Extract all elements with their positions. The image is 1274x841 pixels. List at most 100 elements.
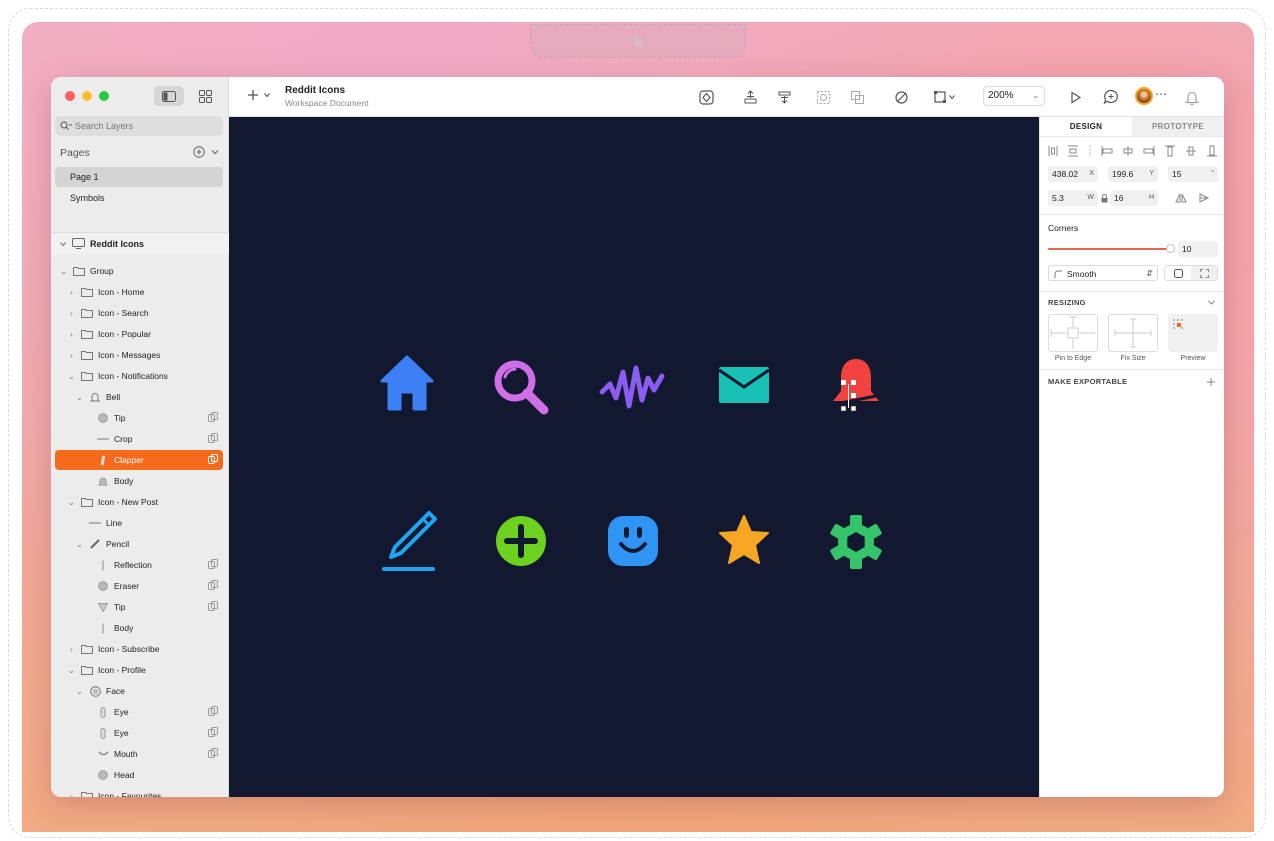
close-window-button[interactable] (65, 91, 75, 101)
chevron-down-icon[interactable]: ⌄ (67, 666, 76, 675)
layers-view-button[interactable] (154, 86, 184, 106)
avatar[interactable] (1135, 87, 1153, 105)
profile-face-icon[interactable] (606, 514, 660, 568)
home-icon[interactable] (379, 354, 435, 412)
create-symbol-button[interactable] (697, 88, 715, 106)
notifications-button[interactable] (1183, 88, 1201, 106)
search-icon[interactable] (491, 357, 551, 417)
rounded-corner-button[interactable] (1165, 266, 1191, 280)
layer-row[interactable]: ⌄ Icon - Notifications (55, 366, 223, 386)
layer-row[interactable]: › Icon - Home (55, 282, 223, 302)
chevron-right-icon[interactable]: › (67, 309, 76, 318)
distribute-vertical-icon[interactable] (1067, 145, 1079, 157)
y-position-field[interactable]: 199.6 Y (1108, 166, 1158, 182)
corners-slider-handle[interactable] (1166, 244, 1175, 253)
notifications-bell-icon[interactable] (827, 357, 885, 417)
corner-style-select[interactable]: Smooth ⇵ (1048, 265, 1158, 281)
layer-row[interactable]: ⌄ Icon - New Post (55, 492, 223, 512)
flip-vertical-icon[interactable] (1198, 192, 1210, 204)
chevron-right-icon[interactable]: › (67, 351, 76, 360)
artboard-row[interactable]: Reddit Icons (51, 232, 229, 254)
page-item-symbols[interactable]: Symbols (55, 188, 223, 208)
backward-button[interactable] (775, 88, 793, 106)
layer-row[interactable]: Body (55, 618, 223, 638)
layer-row[interactable]: ⌄ Pencil (55, 534, 223, 554)
pin-to-edge-box[interactable] (1048, 314, 1098, 352)
distribute-horizontal-icon[interactable] (1048, 145, 1058, 157)
layer-row[interactable]: › Icon - Favourites (55, 786, 223, 797)
more-icon[interactable]: ⋯ (1155, 87, 1167, 101)
layer-row[interactable]: ⌄ Group (55, 261, 223, 281)
tab-prototype[interactable]: PROTOTYPE (1132, 117, 1224, 136)
align-center-horizontal-icon[interactable] (1122, 145, 1134, 157)
messages-envelope-icon[interactable] (717, 365, 771, 405)
frame-button[interactable] (929, 88, 959, 106)
align-right-icon[interactable] (1143, 145, 1155, 157)
layer-row[interactable]: Head (55, 765, 223, 785)
chevron-right-icon[interactable]: › (67, 645, 76, 654)
popular-wave-icon[interactable] (599, 362, 665, 412)
chevron-down-icon[interactable] (1207, 298, 1216, 307)
comments-button[interactable] (1102, 88, 1120, 106)
chevron-down-icon[interactable]: ⌄ (67, 498, 76, 507)
components-view-button[interactable] (190, 86, 220, 106)
tab-design[interactable]: DESIGN (1040, 117, 1132, 136)
new-post-pencil-icon[interactable] (379, 507, 439, 575)
fix-size-box[interactable] (1108, 314, 1158, 352)
align-top-icon[interactable] (1164, 145, 1176, 157)
layer-row[interactable]: Tip (55, 597, 223, 617)
layer-row[interactable]: Clapper (55, 450, 223, 470)
rotation-field[interactable]: 15 ° (1168, 166, 1218, 182)
layer-row[interactable]: Reflection (55, 555, 223, 575)
search-layers-input[interactable] (75, 121, 205, 131)
minimize-window-button[interactable] (82, 91, 92, 101)
chevron-down-icon[interactable] (210, 147, 220, 157)
chevron-right-icon[interactable]: › (67, 288, 76, 297)
chevron-down-icon[interactable] (59, 240, 67, 248)
layer-row[interactable]: › Icon - Messages (55, 345, 223, 365)
chevron-down-icon[interactable]: ⌄ (59, 267, 68, 276)
corners-slider-track[interactable] (1048, 248, 1168, 250)
layer-row[interactable]: Line (55, 513, 223, 533)
layer-row[interactable]: Mouth (55, 744, 223, 764)
canvas[interactable] (229, 117, 1039, 797)
layer-row[interactable]: › Icon - Subscribe (55, 639, 223, 659)
add-page-icon[interactable] (193, 146, 205, 158)
align-center-vertical-icon[interactable] (1185, 145, 1197, 157)
chevron-down-icon[interactable]: ⌄ (75, 393, 84, 402)
insert-button[interactable] (247, 89, 271, 101)
favourites-star-icon[interactable] (717, 514, 771, 566)
add-export-icon[interactable] (1206, 377, 1216, 387)
page-item-page-1[interactable]: Page 1 (55, 167, 223, 187)
height-field[interactable]: 16 H (1110, 190, 1158, 206)
layer-row[interactable]: ⌄ Bell (55, 387, 223, 407)
chevron-down-icon[interactable]: ⌄ (67, 372, 76, 381)
tidy-icon[interactable] (1088, 145, 1092, 157)
layer-row[interactable]: Eye (55, 702, 223, 722)
layer-row[interactable]: › Icon - Popular (55, 324, 223, 344)
align-left-icon[interactable] (1101, 145, 1113, 157)
scale-button[interactable] (848, 88, 866, 106)
layer-row[interactable]: › Icon - Search (55, 303, 223, 323)
individual-corners-button[interactable] (1191, 266, 1217, 280)
corners-value-field[interactable]: 10 (1178, 241, 1218, 257)
chevron-right-icon[interactable]: › (67, 792, 76, 798)
layer-row[interactable]: ⌄ Face (55, 681, 223, 701)
x-position-field[interactable]: 438.02 X (1048, 166, 1098, 182)
lock-icon[interactable] (1101, 194, 1108, 203)
mask-button[interactable] (814, 88, 832, 106)
chevron-down-icon[interactable]: ⌄ (75, 540, 84, 549)
outline-button[interactable] (892, 88, 910, 106)
preview-play-button[interactable] (1066, 88, 1084, 106)
layer-row[interactable]: ⌄ Icon - Profile (55, 660, 223, 680)
zoom-select[interactable]: 200% ⌄ (983, 86, 1045, 106)
chevron-right-icon[interactable]: › (67, 330, 76, 339)
width-field[interactable]: 5.3 W (1048, 190, 1098, 206)
maximize-window-button[interactable] (99, 91, 109, 101)
layer-row[interactable]: Body (55, 471, 223, 491)
layer-row[interactable]: Eraser (55, 576, 223, 596)
settings-gear-icon[interactable] (827, 513, 885, 571)
align-bottom-icon[interactable] (1206, 145, 1218, 157)
layer-row[interactable]: Crop (55, 429, 223, 449)
subscribe-plus-icon[interactable] (494, 514, 548, 568)
